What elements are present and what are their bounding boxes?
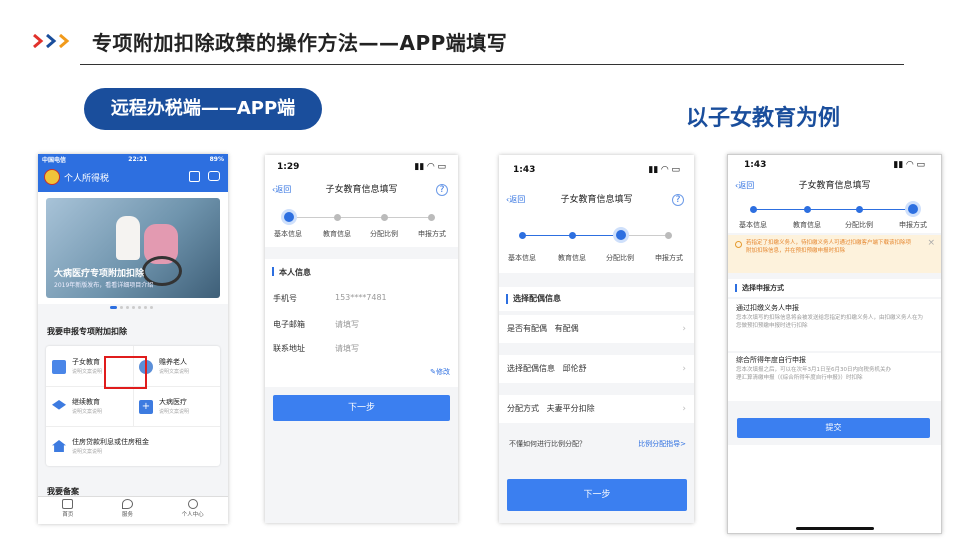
chevron-right-icon	[46, 34, 57, 48]
section-pill: 远程办税端——APP端	[84, 88, 322, 130]
item-elderly-support[interactable]: 赡养老人 说明文案说明	[139, 354, 219, 384]
status-bar: 1:43 ▮▮ ◠ ▭	[499, 155, 694, 185]
phone-value: 153****7481	[335, 293, 387, 302]
title-divider	[80, 64, 904, 65]
phone-basic-info-screen: 1:29 ▮▮ ◠ ▭ ‹返回 子女教育信息填写 ? 基本信息 教育信息 分配比例…	[265, 155, 458, 523]
phone-home-screen: 中国电信 22:21 89% 个人所得税 大病医疗专项附加扣除 2019年新版发…	[38, 154, 228, 524]
nav-bar: ‹返回 子女教育信息填写 ?	[265, 179, 458, 201]
status-bar: 1:43 ▮▮ ◠ ▭	[728, 155, 941, 175]
section-title: 选择配偶信息	[499, 287, 694, 311]
progress-steps: 基本信息 教育信息 分配比例 申报方式	[728, 197, 941, 233]
progress-steps: 基本信息 教育信息 分配比例 申报方式	[499, 215, 694, 273]
nav-title: 子女教育信息填写	[560, 195, 633, 205]
chevron-right-icon: ›	[682, 404, 686, 414]
option-self-declare[interactable]: 综合所得年度自行申报 您本次填报之后，可以在次年3月1日至6月30日内向税务机关…	[728, 353, 941, 401]
phone-spouse-screen: 1:43 ▮▮ ◠ ▭ ‹返回 子女教育信息填写 ? 基本信息 教育信息 分配比例…	[499, 155, 694, 523]
has-spouse-row[interactable]: 是否有配偶 有配偶 ›	[499, 315, 694, 343]
slide-title: 专项附加扣除政策的操作方法——APP端填写	[92, 31, 508, 55]
carrier-label: 中国电信	[42, 156, 67, 164]
address-field[interactable]: 请填写	[335, 343, 359, 354]
chevron-right-icon	[59, 34, 70, 48]
item-housing[interactable]: 住房贷款利息或住房租金 说明文案说明	[52, 434, 217, 464]
example-heading: 以子女教育为例	[686, 106, 841, 131]
allocation-hint: 不懂如何进行比例分配？	[509, 440, 586, 448]
submit-button[interactable]: 提交	[737, 418, 930, 438]
notice-banner: 若指定了扣缴义务人，待扣缴义务人可通过扣缴客户端下载该扣除项附加扣除信息，并在预…	[728, 235, 941, 273]
personal-info-card: 本人信息 手机号 153****7481 电子邮箱 请填写 联系地址 请填写 ✎…	[265, 259, 458, 387]
info-icon	[735, 241, 742, 248]
banner-title: 大病医疗专项附加扣除	[54, 269, 145, 279]
allocation-method-row[interactable]: 分配方式 夫妻平分扣除 ›	[499, 395, 694, 423]
step-dot-active	[284, 212, 294, 222]
graduation-cap-icon	[52, 400, 66, 410]
progress-steps: 基本信息 教育信息 分配比例 申报方式	[265, 201, 458, 247]
section-title: 本人信息	[279, 268, 311, 277]
nav-title: 子女教育信息填写	[325, 185, 398, 195]
signal-battery-icon: ▮▮ ◠ ▭	[414, 162, 446, 172]
back-button[interactable]: ‹返回	[506, 185, 525, 215]
medical-cross-icon: +	[139, 400, 153, 414]
clock: 1:29	[277, 162, 300, 172]
message-icon[interactable]	[208, 171, 220, 181]
user-icon	[187, 499, 198, 509]
phone-declare-method-screen: 1:43 ▮▮ ◠ ▭ ‹返回 子女教育信息填写 基本信息 教育信息 分配比例 申…	[727, 154, 942, 534]
step-dot-active	[616, 230, 626, 240]
back-button[interactable]: ‹返回	[272, 179, 291, 201]
next-button[interactable]: 下一步	[273, 395, 450, 421]
status-bar: 中国电信 22:21 89%	[38, 154, 228, 164]
signal-battery-icon: ▮▮ ◠ ▭	[648, 165, 680, 175]
edit-link[interactable]: ✎修改	[430, 367, 450, 377]
tab-profile[interactable]: 个人中心	[182, 497, 204, 524]
clock: 22:21	[128, 155, 148, 163]
email-label: 电子邮箱	[273, 320, 305, 329]
home-indicator	[796, 527, 874, 530]
app-header: 个人所得税	[38, 164, 228, 192]
notice-text: 若指定了扣缴义务人，待扣缴义务人可通过扣缴客户端下载该扣除项附加扣除信息，并在预…	[746, 240, 912, 254]
heart-icon	[121, 499, 133, 509]
address-label: 联系地址	[273, 344, 305, 353]
scan-icon[interactable]	[189, 171, 200, 182]
deduction-section-title: 我要申报专项附加扣除	[47, 327, 127, 336]
nurse-figure	[116, 216, 140, 260]
nav-bar: ‹返回 子女教育信息填写 ?	[499, 185, 694, 215]
phone-label: 手机号	[273, 294, 297, 303]
app-title: 个人所得税	[64, 174, 110, 184]
email-field[interactable]: 请填写	[335, 319, 359, 330]
back-button[interactable]: ‹返回	[735, 175, 754, 197]
status-bar: 1:29 ▮▮ ◠ ▭	[265, 155, 458, 179]
help-icon[interactable]: ?	[436, 184, 448, 196]
bottom-tab-bar: 首页 服务 个人中心	[38, 496, 228, 524]
tab-home[interactable]: 首页	[62, 497, 73, 524]
help-icon[interactable]: ?	[672, 194, 684, 206]
child-education-icon	[52, 360, 66, 374]
clock: 1:43	[744, 160, 767, 170]
close-icon[interactable]: ×	[927, 238, 935, 248]
section-title: 选择申报方式	[728, 279, 941, 297]
home-icon	[62, 499, 74, 509]
tab-service[interactable]: 服务	[121, 497, 133, 524]
item-serious-illness[interactable]: + 大病医疗 说明文案说明	[139, 394, 219, 424]
chevron-right-icon: ›	[682, 324, 686, 334]
spouse-select-row[interactable]: 选择配偶信息 邱伦舒 ›	[499, 355, 694, 383]
promo-banner[interactable]: 大病医疗专项附加扣除 2019年新版发布，看看详细项目介绍	[46, 198, 220, 298]
next-button[interactable]: 下一步	[507, 479, 687, 511]
tax-emblem-icon	[44, 169, 60, 185]
clock: 1:43	[513, 165, 536, 175]
item-continuing-education[interactable]: 继续教育 说明文案说明	[52, 394, 139, 424]
carousel-dots	[110, 306, 153, 309]
signal-battery-icon: ▮▮ ◠ ▭	[893, 160, 925, 170]
option-withholding-agent[interactable]: 通过扣缴义务人申报 您本次填写的扣除信息将会被发送给您指定的扣缴义务人，由扣缴义…	[728, 299, 941, 351]
allocation-guide-link[interactable]: 比例分配指导>	[638, 439, 686, 449]
nav-title: 子女教育信息填写	[798, 181, 871, 191]
banner-subtitle: 2019年新版发布，看看详细项目介绍	[54, 282, 154, 289]
battery-level: 89%	[209, 155, 224, 163]
chevron-right-icon: ›	[682, 364, 686, 374]
house-icon	[52, 440, 66, 452]
highlight-box	[104, 356, 147, 389]
nav-bar: ‹返回 子女教育信息填写	[728, 175, 941, 197]
chevron-right-icon	[33, 34, 44, 48]
step-dot-active	[908, 204, 918, 214]
